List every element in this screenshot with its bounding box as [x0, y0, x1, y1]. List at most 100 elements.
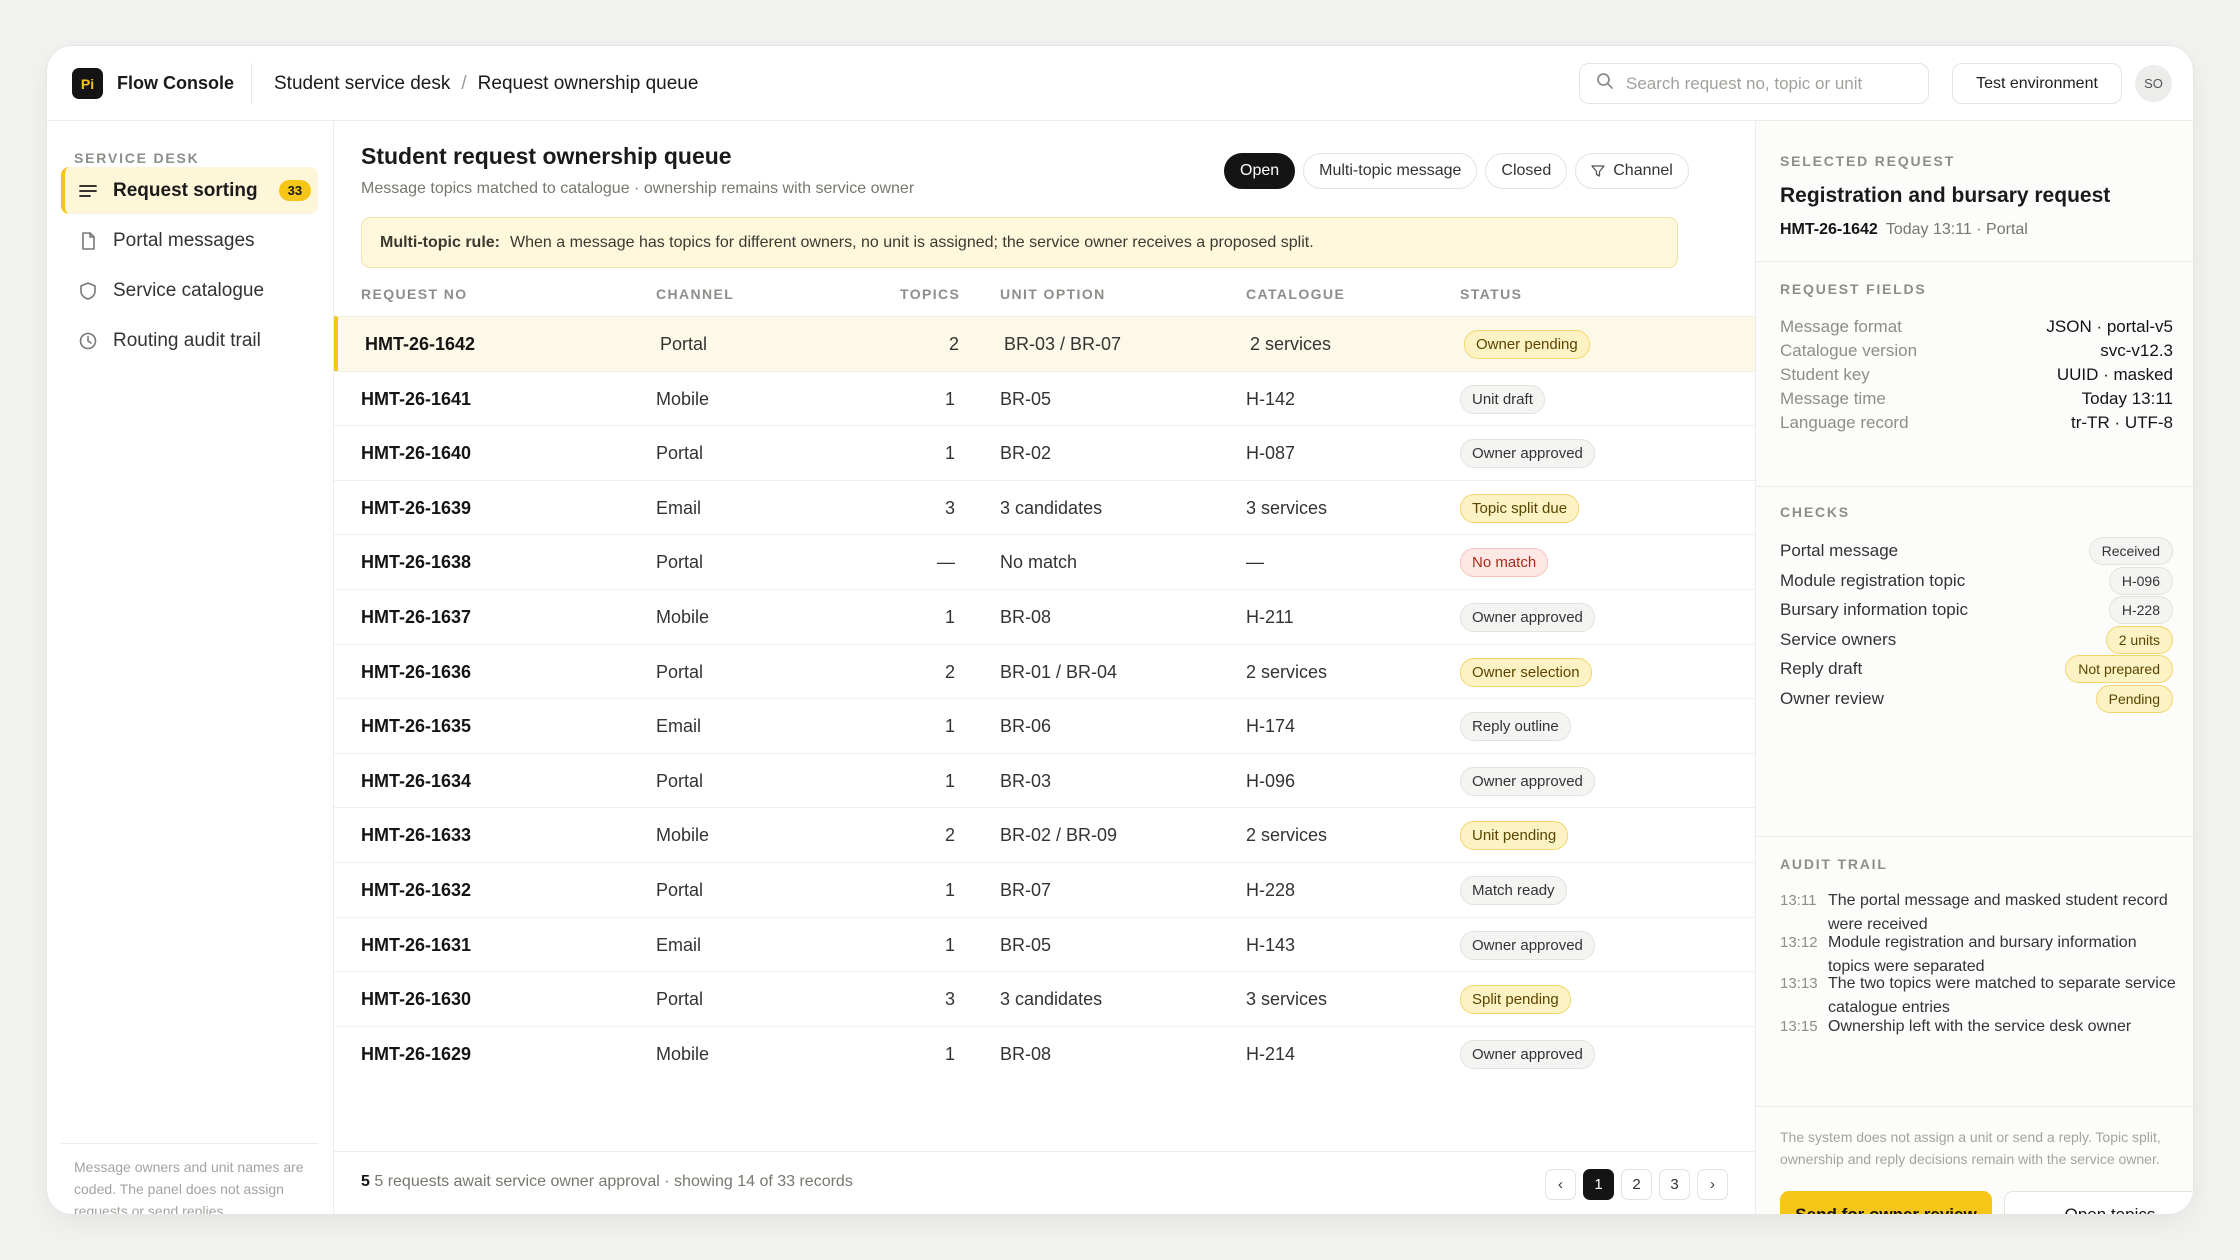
table-row[interactable]: HMT-26-1631 Email 1 BR-05 H-143 Owner approve…: [334, 916, 1755, 973]
app-window: Pi Flow Console Student service desk / R…: [46, 45, 2194, 1215]
field-row: Language record tr-TR · UTF-8: [1780, 410, 2173, 436]
channel-cell: Mobile: [656, 388, 710, 409]
status-cell: Owner approved: [1460, 918, 1595, 973]
filter-open[interactable]: Open: [1224, 153, 1296, 189]
detail-note: The system does not assign a unit or sen…: [1780, 1129, 2161, 1167]
request-no-cell: HMT-26-1630: [361, 989, 472, 1010]
breadcrumb-item-service-desk[interactable]: Student service desk: [274, 73, 450, 95]
brand[interactable]: Pi Flow Console: [72, 68, 234, 99]
avatar[interactable]: SO: [2135, 65, 2172, 102]
open-topics-button[interactable]: Open topics: [2004, 1191, 2193, 1214]
table-row[interactable]: HMT-26-1636 Portal 2 BR-01 / BR-04 2 service…: [334, 643, 1755, 699]
sidebar: SERVICE DESK Request sorting 33 Portal m…: [47, 121, 334, 1215]
status-badge: No match: [1460, 548, 1549, 578]
field-row: Message format JSON · portal-v5: [1780, 314, 2173, 340]
audit-text: The two topics were matched to separate …: [1828, 975, 2176, 1016]
field-key: Catalogue version: [1780, 341, 1918, 360]
table-row[interactable]: HMT-26-1634 Portal 1 BR-03 H-096 Owner approv…: [334, 752, 1755, 808]
count-badge: 33: [278, 180, 312, 201]
filter-multi-topic[interactable]: Multi-topic message: [1303, 153, 1478, 189]
unit-option-cell: BR-01 / BR-04: [1000, 661, 1118, 682]
catalogue-cell: 3 services: [1246, 989, 1328, 1010]
table-row[interactable]: HMT-26-1641 Mobile 1 BR-05 H-142 Unit draft: [334, 370, 1755, 427]
table-row[interactable]: HMT-26-1642 Portal 2 BR-03 / BR-07 2 service…: [334, 316, 1755, 371]
check-row: Portal message Received: [1780, 535, 2173, 567]
search-box[interactable]: [1579, 63, 1929, 104]
catalogue-cell: H-142: [1246, 388, 1296, 409]
page-button-1[interactable]: 1: [1583, 1169, 1614, 1200]
status-cell: Reply outline: [1460, 699, 1571, 754]
field-row: Message time Today 13:11: [1780, 386, 2173, 412]
table-row[interactable]: HMT-26-1629 Mobile 1 BR-08 H-214 Owner approv…: [334, 1025, 1755, 1081]
section-label: SELECTED REQUEST: [1780, 153, 1956, 169]
channel-cell: Mobile: [656, 607, 710, 627]
column-header-catalogue[interactable]: CATALOGUE: [1246, 286, 1345, 302]
topics-cell: 1: [944, 934, 955, 955]
column-header-status[interactable]: STATUS: [1460, 286, 1522, 302]
column-header-unit-option[interactable]: UNIT OPTION: [1000, 286, 1106, 302]
check-row: Bursary information topic H-228: [1780, 594, 2173, 626]
status-cell: Unit draft: [1460, 372, 1545, 427]
sidebar-item-request-sorting[interactable]: Request sorting 33: [61, 167, 318, 214]
channel-cell: Email: [656, 934, 702, 955]
table-row[interactable]: HMT-26-1637 Mobile 1 BR-08 H-211 Owner approv…: [334, 589, 1755, 644]
sidebar-item-routing-audit-trail[interactable]: Routing audit trail: [61, 317, 318, 364]
column-header-channel[interactable]: CHANNEL: [656, 286, 734, 302]
app-logo: Pi: [72, 68, 103, 99]
page-button-2[interactable]: 2: [1621, 1169, 1652, 1200]
sidebar-item-portal-messages[interactable]: Portal messages: [61, 217, 318, 264]
channel-cell: Email: [656, 716, 702, 737]
unit-option-cell: No match: [1000, 552, 1078, 573]
unit-option-cell: BR-07: [1000, 880, 1052, 900]
channel-cell: Portal: [656, 552, 704, 573]
status-cell: Split pending: [1460, 972, 1571, 1027]
check-status-badge: H-228: [2108, 596, 2173, 625]
status-badge: Owner approved: [1460, 1039, 1595, 1069]
next-page-button[interactable]: ›: [1697, 1169, 1728, 1200]
status-badge: Topic split due: [1460, 493, 1580, 523]
table-row[interactable]: HMT-26-1632 Portal 1 BR-07 H-228 Match ready: [334, 862, 1755, 917]
sidebar-item-service-catalogue[interactable]: Service catalogue: [61, 267, 318, 314]
status-badge: Owner approved: [1460, 439, 1595, 469]
topics-cell: 3: [944, 989, 955, 1010]
send-for-owner-review-button[interactable]: Send for owner review: [1780, 1191, 1992, 1214]
footer-summary: 5 5 requests await service owner approva…: [361, 1173, 853, 1191]
shield-icon: [77, 280, 99, 302]
filter-closed[interactable]: Closed: [1485, 153, 1568, 189]
search-input[interactable]: [1626, 73, 1916, 94]
check-label: Portal message: [1780, 541, 1899, 560]
sidebar-note: Message owners and unit names are coded.…: [74, 1159, 304, 1215]
field-value: tr-TR · UTF-8: [2071, 413, 2173, 432]
column-header-topics[interactable]: TOPICS: [900, 286, 960, 302]
divider: [1756, 261, 2193, 262]
topics-cell: 1: [944, 607, 955, 627]
catalogue-cell: H-211: [1246, 607, 1294, 627]
status-badge: Owner pending: [1464, 330, 1590, 359]
table-row[interactable]: HMT-26-1630 Portal 3 3 candidates 3 services…: [334, 971, 1755, 1026]
table-row[interactable]: HMT-26-1633 Mobile 2 BR-02 / BR-09 2 service…: [334, 807, 1755, 862]
check-status-badge: Pending: [2095, 685, 2173, 713]
check-label: Reply draft: [1780, 659, 1863, 679]
filter-bar: Open Multi-topic message Closed Channel: [1224, 153, 1689, 189]
footer-text: 5 requests await service owner approval …: [374, 1173, 853, 1190]
channel-cell: Mobile: [656, 1043, 710, 1064]
status-badge: Owner approved: [1460, 930, 1595, 960]
page-button-3[interactable]: 3: [1659, 1169, 1690, 1200]
status-badge: Reply outline: [1460, 712, 1571, 742]
request-no-cell: HMT-26-1641: [361, 388, 472, 409]
table-row[interactable]: HMT-26-1635 Email 1 BR-06 H-174 Reply outline: [334, 698, 1755, 753]
request-no-cell: HMT-26-1631: [361, 934, 472, 955]
environment-button[interactable]: Test environment: [1952, 63, 2122, 104]
table-row[interactable]: HMT-26-1638 Portal — No match — No match: [334, 534, 1755, 589]
column-header-request-no[interactable]: REQUEST NO: [361, 286, 468, 302]
prev-page-button[interactable]: ‹: [1545, 1169, 1576, 1200]
table-row[interactable]: HMT-26-1640 Portal 1 BR-02 H-087 Owner approv…: [334, 425, 1755, 480]
filter-channel[interactable]: Channel: [1575, 153, 1689, 189]
unit-option-cell: 3 candidates: [1000, 989, 1103, 1010]
check-status-badge: 2 units: [2105, 625, 2173, 654]
status-cell: No match: [1460, 535, 1549, 590]
audit-entry: 13:15 Ownership left with the service des…: [1780, 1015, 2180, 1039]
sidebar-item-label: Portal messages: [113, 229, 255, 251]
detail-meta: HMT-26-1642 Today 13:11 · Portal: [1780, 221, 2028, 239]
table-row[interactable]: HMT-26-1639 Email 3 3 candidates 3 services T…: [334, 479, 1755, 535]
